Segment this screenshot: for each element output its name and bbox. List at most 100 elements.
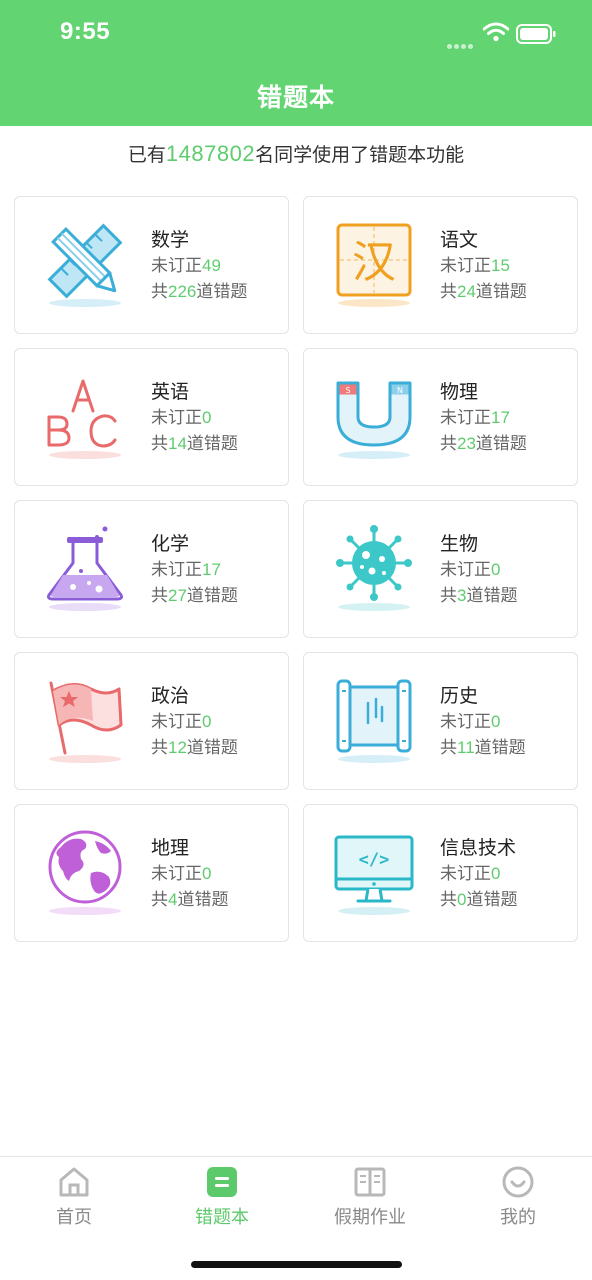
unfixed-count: 未订正0 bbox=[151, 405, 238, 431]
subject-card-physics[interactable]: S N 物理 未订正17 共23道错题 bbox=[303, 348, 578, 486]
subject-name: 英语 bbox=[151, 381, 190, 403]
total-suffix: 道错题 bbox=[474, 738, 526, 758]
total-prefix: 共 bbox=[151, 282, 168, 302]
unfixed-count: 未订正17 bbox=[151, 557, 238, 583]
unfixed-count: 未订正49 bbox=[151, 253, 247, 279]
total-prefix: 共 bbox=[440, 434, 457, 454]
tab-label: 首页 bbox=[56, 1207, 92, 1228]
total-suffix: 道错题 bbox=[466, 890, 518, 910]
unfixed-value: 0 bbox=[491, 712, 501, 731]
abc-letters-icon bbox=[47, 379, 121, 459]
subject-card-politics[interactable]: 政治 未订正0 共12道错题 bbox=[14, 652, 289, 790]
total-suffix: 道错题 bbox=[475, 434, 527, 454]
unfixed-value: 0 bbox=[202, 408, 212, 427]
subject-card-biology[interactable]: 生物 未订正0 共3道错题 bbox=[303, 500, 578, 638]
total-count: 共27道错题 bbox=[151, 583, 238, 609]
unfixed-label: 未订正 bbox=[151, 560, 202, 580]
unfixed-value: 15 bbox=[491, 256, 510, 275]
unfixed-label: 未订正 bbox=[440, 864, 491, 884]
subject-name: 生物 bbox=[440, 533, 479, 555]
total-suffix: 道错题 bbox=[196, 282, 248, 302]
status-bar: 9:55 bbox=[0, 0, 592, 64]
total-suffix: 道错题 bbox=[475, 282, 527, 302]
total-count: 共11道错题 bbox=[440, 735, 526, 761]
unfixed-label: 未订正 bbox=[151, 256, 202, 276]
globe-icon bbox=[48, 830, 122, 915]
chinese-character-icon: 汉 bbox=[336, 223, 412, 307]
subject-card-it[interactable]: </> 信息技术 未订正0 共0道错题 bbox=[303, 804, 578, 942]
notebook-icon bbox=[207, 1167, 237, 1197]
total-suffix: 道错题 bbox=[186, 434, 238, 454]
unfixed-label: 未订正 bbox=[151, 408, 202, 428]
total-count: 共14道错题 bbox=[151, 431, 238, 457]
total-count: 共4道错题 bbox=[151, 887, 228, 913]
app-header: 9:55 错题本 bbox=[0, 0, 592, 126]
subject-grid: 数学 未订正49 共226道错题 汉 语文 未订正15 共24道错题 英语 未订… bbox=[14, 196, 578, 942]
tab-label: 假期作业 bbox=[334, 1207, 406, 1228]
status-time: 9:55 bbox=[60, 18, 111, 45]
banner-prefix: 已有 bbox=[127, 144, 166, 166]
scroll-icon bbox=[336, 679, 412, 763]
unfixed-value: 0 bbox=[491, 864, 501, 883]
unfixed-label: 未订正 bbox=[151, 864, 202, 884]
total-prefix: 共 bbox=[440, 738, 457, 758]
page-title: 错题本 bbox=[256, 83, 335, 112]
unfixed-value: 17 bbox=[491, 408, 510, 427]
subject-card-math[interactable]: 数学 未订正49 共226道错题 bbox=[14, 196, 289, 334]
unfixed-value: 49 bbox=[202, 256, 221, 275]
total-value: 14 bbox=[168, 434, 187, 453]
subject-name: 物理 bbox=[440, 381, 479, 403]
svg-text:汉: 汉 bbox=[352, 237, 396, 288]
total-prefix: 共 bbox=[151, 434, 168, 454]
total-count: 共12道错题 bbox=[151, 735, 238, 761]
tab-mistake-book[interactable]: 错题本 bbox=[148, 1165, 296, 1235]
computer-code-icon: </> bbox=[334, 835, 414, 915]
total-count: 共226道错题 bbox=[151, 279, 247, 305]
unfixed-value: 0 bbox=[491, 560, 501, 579]
unfixed-count: 未订正0 bbox=[151, 709, 238, 735]
subject-card-english[interactable]: 英语 未订正0 共14道错题 bbox=[14, 348, 289, 486]
tab-home[interactable]: 首页 bbox=[0, 1165, 148, 1235]
total-prefix: 共 bbox=[440, 282, 457, 302]
svg-text:</>: </> bbox=[359, 850, 390, 870]
flag-icon bbox=[49, 681, 123, 763]
banner-suffix: 名同学使用了错题本功能 bbox=[255, 144, 465, 166]
total-prefix: 共 bbox=[440, 586, 457, 606]
tab-label: 错题本 bbox=[195, 1207, 249, 1228]
unfixed-label: 未订正 bbox=[440, 256, 491, 276]
battery-icon bbox=[516, 24, 556, 44]
unfixed-count: 未订正0 bbox=[151, 861, 228, 887]
total-prefix: 共 bbox=[151, 890, 168, 910]
unfixed-count: 未订正15 bbox=[440, 253, 527, 279]
subject-name: 政治 bbox=[151, 685, 190, 707]
usage-banner: 已有1487802名同学使用了错题本功能 bbox=[0, 140, 592, 167]
total-prefix: 共 bbox=[151, 586, 168, 606]
subject-card-geography[interactable]: 地理 未订正0 共4道错题 bbox=[14, 804, 289, 942]
total-suffix: 道错题 bbox=[186, 586, 238, 606]
total-value: 27 bbox=[168, 586, 187, 605]
svg-text:S: S bbox=[345, 386, 350, 395]
subject-name: 地理 bbox=[151, 837, 190, 859]
total-count: 共24道错题 bbox=[440, 279, 527, 305]
wifi-icon bbox=[483, 22, 509, 42]
tab-holiday-homework[interactable]: 假期作业 bbox=[296, 1165, 444, 1235]
flask-icon bbox=[47, 526, 123, 611]
subject-card-chinese[interactable]: 汉 语文 未订正15 共24道错题 bbox=[303, 196, 578, 334]
home-indicator[interactable] bbox=[191, 1261, 402, 1268]
total-value: 11 bbox=[457, 738, 475, 757]
unfixed-value: 0 bbox=[202, 712, 212, 731]
unfixed-count: 未订正0 bbox=[440, 557, 517, 583]
svg-text:N: N bbox=[397, 386, 403, 395]
subject-card-history[interactable]: 历史 未订正0 共11道错题 bbox=[303, 652, 578, 790]
tab-me[interactable]: 我的 bbox=[444, 1165, 592, 1235]
unfixed-label: 未订正 bbox=[151, 712, 202, 732]
unfixed-count: 未订正0 bbox=[440, 861, 517, 887]
total-count: 共0道错题 bbox=[440, 887, 517, 913]
unfixed-value: 0 bbox=[202, 864, 212, 883]
subject-name: 语文 bbox=[440, 229, 479, 251]
total-value: 23 bbox=[457, 434, 476, 453]
unfixed-count: 未订正17 bbox=[440, 405, 527, 431]
subject-card-chemistry[interactable]: 化学 未订正17 共27道错题 bbox=[14, 500, 289, 638]
unfixed-label: 未订正 bbox=[440, 408, 491, 428]
unfixed-count: 未订正0 bbox=[440, 709, 526, 735]
